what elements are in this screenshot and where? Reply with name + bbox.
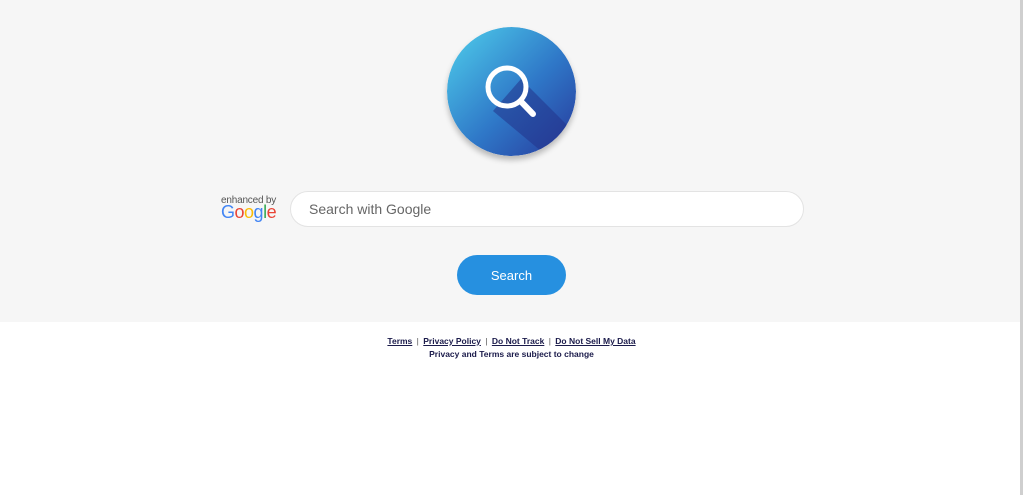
separator: | [548,336,551,346]
privacy-policy-link[interactable]: Privacy Policy [423,336,481,346]
google-wordmark: Google [221,202,277,222]
footer-note: Privacy and Terms are subject to change [429,349,594,359]
separator: | [416,336,419,346]
do-not-track-link[interactable]: Do Not Track [492,336,544,346]
separator: | [485,336,488,346]
do-not-sell-link[interactable]: Do Not Sell My Data [555,336,635,346]
search-input[interactable] [290,191,804,227]
footer-links: Terms | Privacy Policy | Do Not Track | … [0,336,1023,346]
enhanced-by-google-logo: enhanced by Google [221,195,281,225]
search-button[interactable]: Search [457,255,566,295]
terms-note-text: Terms [479,349,505,359]
magnifier-icon [447,27,576,156]
terms-link[interactable]: Terms [387,336,412,346]
